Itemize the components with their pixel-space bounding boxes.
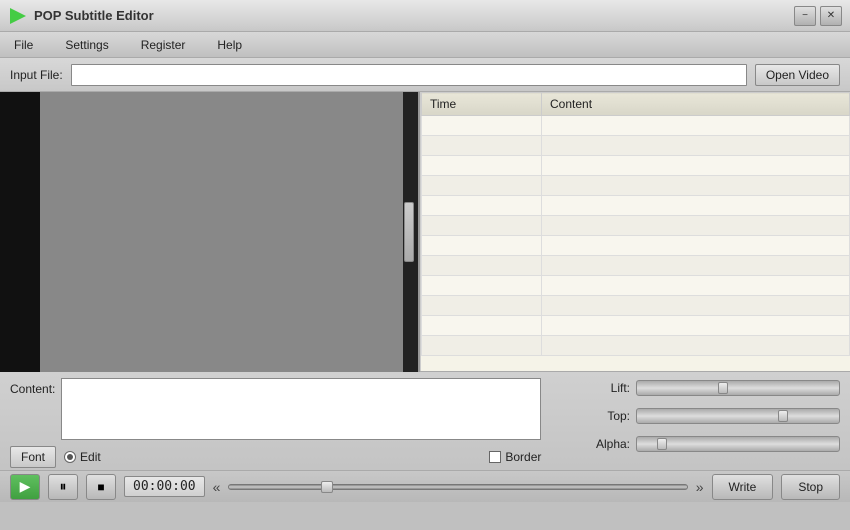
font-button[interactable]: Font [10,446,56,468]
menu-register[interactable]: Register [135,36,192,54]
edit-radio[interactable] [64,451,76,463]
alpha-label: Alpha: [590,437,630,451]
col-content: Content [542,93,850,116]
table-row[interactable] [422,236,850,256]
lift-slider-row: Lift: [590,380,840,396]
table-row[interactable] [422,296,850,316]
table-row[interactable] [422,136,850,156]
top-slider-row: Top: [590,408,840,424]
input-file-label: Input File: [10,68,63,82]
col-time: Time [422,93,542,116]
lift-slider[interactable] [636,380,840,396]
video-preview [0,92,420,372]
table-row[interactable] [422,316,850,336]
table-row[interactable] [422,176,850,196]
left-section: Content: Font Edit Border [10,378,541,468]
radio-inner [67,454,73,460]
content-textarea[interactable] [61,378,541,440]
table-row[interactable] [422,216,850,236]
menu-help[interactable]: Help [211,36,248,54]
bottom-area: Content: Font Edit Border [0,372,850,502]
table-row[interactable] [422,156,850,176]
main-content-area: Time Content [0,92,850,372]
window-controls: − ✕ [794,6,842,26]
table-row[interactable] [422,256,850,276]
table-row[interactable] [422,336,850,356]
minimize-button[interactable]: − [794,6,816,26]
content-label: Content: [10,382,55,396]
time-display: 00:00:00 [124,476,205,497]
border-checkbox[interactable] [489,451,501,463]
table-row[interactable] [422,196,850,216]
alpha-slider-row: Alpha: [590,436,840,452]
write-button[interactable]: Write [712,474,774,500]
top-label: Top: [590,409,630,423]
open-video-button[interactable]: Open Video [755,64,840,86]
lift-thumb[interactable] [718,382,728,394]
seek-thumb[interactable] [321,481,333,493]
table-row[interactable] [422,116,850,136]
lift-label: Lift: [590,381,630,395]
bottom-top: Content: Font Edit Border [0,372,850,470]
app-title: POP Subtitle Editor [34,8,154,23]
alpha-thumb[interactable] [657,438,667,450]
input-file-field[interactable] [71,64,747,86]
transport-bar: ▶ ⏸ ■ 00:00:00 « » Write Stop [0,470,850,502]
edit-row: Edit [64,450,101,464]
subtitle-table-area: Time Content [420,92,850,371]
input-file-row: Input File: Open Video [0,58,850,92]
app-logo-icon [8,6,28,26]
menu-settings[interactable]: Settings [59,36,114,54]
title-bar: POP Subtitle Editor − ✕ [0,0,850,32]
close-button[interactable]: ✕ [820,6,842,26]
top-thumb[interactable] [778,410,788,422]
border-label: Border [505,450,541,464]
subtitle-table: Time Content [421,92,850,356]
menu-bar: File Settings Register Help [0,32,850,58]
video-black-left [0,92,40,372]
stop-btn[interactable]: Stop [781,474,840,500]
play-button[interactable]: ▶ [10,474,40,500]
seek-back-button[interactable]: « [213,479,221,495]
stop-button[interactable]: ■ [86,474,116,500]
title-left: POP Subtitle Editor [8,6,154,26]
pause-button[interactable]: ⏸ [48,474,78,500]
table-row[interactable] [422,276,850,296]
video-scrollbar[interactable] [404,202,414,262]
top-slider[interactable] [636,408,840,424]
menu-file[interactable]: File [8,36,39,54]
sliders-panel: Lift: Top: Alpha: [590,378,840,468]
edit-label: Edit [80,450,101,464]
content-and-text: Content: [10,378,541,440]
seek-bar[interactable] [228,484,687,490]
alpha-slider[interactable] [636,436,840,452]
seek-forward-button[interactable]: » [696,479,704,495]
